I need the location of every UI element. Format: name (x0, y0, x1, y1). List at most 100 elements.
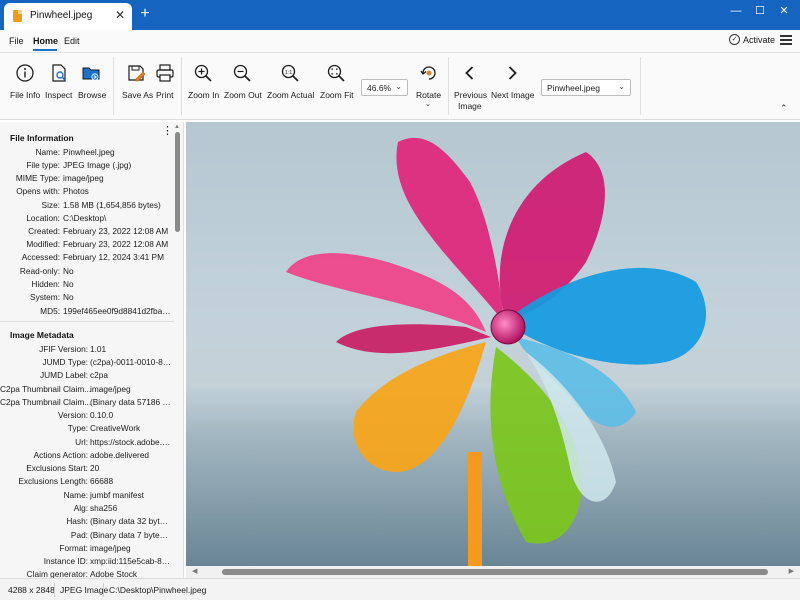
property-row: Actions Action: adobe.delivered (33, 450, 150, 460)
menu-home[interactable]: Home (33, 36, 58, 46)
property-row: Created: February 23, 2022 12:08 AM (28, 226, 169, 236)
properties-panel: ▲ File Information ⋮ Name: Pinwheel.jpeg … (0, 122, 184, 578)
browse-label: Browse (78, 90, 107, 100)
chevron-down-icon: ⌄ (618, 82, 625, 91)
next-image-label: Next Image (491, 90, 535, 100)
property-row: Url: https://stock.adobe.c... (75, 437, 172, 447)
hamburger-menu-icon[interactable] (780, 35, 792, 45)
more-options-icon[interactable]: ⋮ (162, 126, 173, 137)
image-metadata-title: Image Metadata (10, 330, 74, 340)
chevron-left-icon (465, 66, 474, 80)
zoom-actual-button[interactable]: 1:1 Zoom Actual (266, 53, 316, 117)
menu-edit[interactable]: Edit (64, 36, 80, 46)
property-row: Instance ID: xmp:iid:115e5cab-86... (43, 556, 172, 566)
property-row: JFIF Version: 1.01 (39, 344, 107, 354)
status-bar: 4288 x 2848 JPEG Image C:\Desktop\Pinwhe… (0, 578, 800, 600)
tab-close-button[interactable]: ✕ (115, 8, 125, 22)
inspect-button[interactable]: Inspect (44, 53, 74, 117)
image-select-value: Pinwheel.jpeg (547, 83, 600, 93)
property-row: MIME Type: image/jpeg (15, 173, 104, 183)
property-row: JUMD Type: (c2pa)-0011-0010-80... (42, 357, 173, 367)
zoom-in-icon (194, 64, 212, 82)
status-file-path: C:\Desktop\Pinwheel.jpeg (109, 585, 207, 595)
close-window-button[interactable]: ✕ (774, 3, 794, 19)
browse-button[interactable]: Browse (76, 53, 106, 117)
property-row: System: No (30, 292, 74, 302)
collapse-ribbon-chevron-up-icon[interactable]: ⌃ (780, 103, 788, 114)
property-row: Pad: (Binary data 7 bytes,... (70, 530, 172, 540)
zoom-out-label: Zoom Out (224, 90, 262, 100)
inspect-document-icon (52, 64, 66, 82)
ribbon-separator (448, 57, 449, 115)
zoom-in-button[interactable]: Zoom In (186, 53, 220, 117)
zoom-level-select[interactable]: 46.6% ⌄ (361, 79, 408, 96)
status-separator (103, 583, 104, 597)
next-image-button[interactable]: Next Image (490, 53, 534, 117)
property-row: Format: image/jpeg (59, 543, 131, 553)
property-row: Size: 1.58 MB (1,654,856 bytes) (41, 200, 161, 210)
chevron-right-icon (508, 66, 517, 80)
previous-image-label-2: Image (458, 101, 482, 111)
ribbon-separator (640, 57, 641, 115)
new-tab-button[interactable]: + (138, 5, 152, 23)
zoom-out-icon (233, 64, 251, 82)
zoom-fit-button[interactable]: Zoom Fit (318, 53, 354, 117)
rotate-chevron-down-icon: ⌄ (425, 101, 431, 108)
menu-bar: File Home Edit ✓ Activate (0, 30, 800, 52)
property-row: Hash: (Binary data 32 bytes... (66, 516, 172, 526)
image-horizontal-scrollbar[interactable]: ◀ ▶ (186, 566, 800, 578)
minimize-button[interactable]: — (726, 3, 746, 19)
properties-scrollbar[interactable] (175, 132, 180, 232)
save-as-button[interactable]: Save As (120, 53, 154, 117)
scrollbar-thumb[interactable] (222, 569, 768, 575)
zoom-actual-icon: 1:1 (281, 64, 299, 82)
property-row: JUMD Label: c2pa (40, 370, 108, 380)
folder-open-icon (82, 67, 100, 81)
image-select[interactable]: Pinwheel.jpeg ⌄ (541, 79, 631, 96)
section-divider (0, 321, 174, 322)
rotate-button[interactable]: Rotate ⌄ (414, 53, 444, 117)
zoom-in-label: Zoom In (188, 90, 220, 100)
pinwheel-photo (186, 137, 800, 566)
property-row: File type: JPEG Image (.jpg) (26, 160, 132, 170)
property-row: Exclusions Start: 20 (26, 463, 100, 473)
property-row: Accessed: February 12, 2024 3:41 PM (21, 252, 165, 262)
svg-text:1:1: 1:1 (285, 70, 293, 76)
scroll-up-arrow-icon[interactable]: ▲ (174, 124, 180, 130)
activate-button[interactable]: ✓ Activate (729, 34, 775, 45)
property-row: Read-only: No (19, 266, 74, 276)
zoom-actual-label: Zoom Actual (267, 90, 315, 100)
save-as-label: Save As (122, 90, 154, 100)
tab-title: Pinwheel.jpeg (30, 10, 93, 21)
property-row: MD5: 199ef465ee0f9d8841d2fba4... (40, 306, 171, 316)
property-row: Version: 0.10.0 (58, 410, 114, 420)
property-row: C2pa Thumbnail Claim... image/jpeg (0, 384, 131, 394)
active-tab-indicator (33, 49, 57, 51)
file-information-title: File Information (10, 133, 74, 143)
printer-icon (156, 64, 174, 82)
maximize-button[interactable]: ☐ (750, 3, 770, 19)
previous-image-button[interactable]: Previous Image (454, 53, 487, 117)
image-file-icon (13, 10, 22, 22)
property-row: C2pa Thumbnail Claim... (Binary data 5718… (0, 397, 172, 407)
scroll-right-arrow-icon[interactable]: ▶ (789, 567, 794, 575)
ribbon-toolbar: File Info Inspect Browse Save As Print Z… (0, 52, 800, 120)
check-circle-icon: ✓ (729, 34, 740, 45)
zoom-fit-icon (327, 64, 345, 82)
property-row: Claim generator: Adobe Stock (26, 569, 138, 578)
property-row: Exclusions Length: 66688 (18, 476, 114, 486)
document-tab[interactable]: Pinwheel.jpeg ✕ (4, 3, 132, 30)
inspect-label: Inspect (45, 90, 73, 100)
scroll-left-arrow-icon[interactable]: ◀ (192, 567, 197, 575)
image-canvas[interactable] (186, 122, 800, 566)
file-info-button[interactable]: File Info (6, 53, 44, 117)
property-row: Alg: sha256 (73, 503, 118, 513)
info-icon (16, 64, 34, 82)
zoom-fit-label: Zoom Fit (320, 90, 354, 100)
rotate-icon (420, 66, 436, 80)
menu-file[interactable]: File (9, 36, 24, 46)
print-button[interactable]: Print (153, 53, 177, 117)
property-row: Modified: February 23, 2022 12:08 AM (26, 239, 169, 249)
zoom-level-value: 46.6% (367, 83, 392, 93)
zoom-out-button[interactable]: Zoom Out (222, 53, 262, 117)
